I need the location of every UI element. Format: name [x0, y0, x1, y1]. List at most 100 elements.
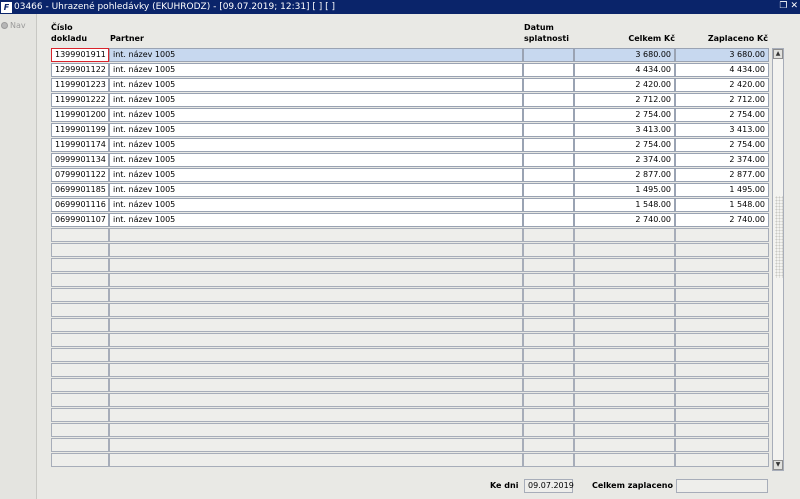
partner-cell[interactable]	[109, 228, 523, 242]
paid-cell[interactable]: 2 877.00	[675, 168, 769, 182]
document-number-cell[interactable]	[51, 423, 109, 437]
paid-cell[interactable]: 1 495.00	[675, 183, 769, 197]
due-date-cell[interactable]	[523, 378, 574, 392]
document-number-cell[interactable]: 1199901199	[51, 123, 109, 137]
partner-cell[interactable]: int. název 1005	[109, 48, 523, 62]
due-date-cell[interactable]	[523, 438, 574, 452]
due-date-cell[interactable]	[523, 363, 574, 377]
total-cell[interactable]: 2 740.00	[574, 213, 675, 227]
document-number-cell[interactable]: 1199901222	[51, 93, 109, 107]
due-date-cell[interactable]	[523, 303, 574, 317]
partner-cell[interactable]: int. název 1005	[109, 198, 523, 212]
document-number-cell[interactable]: 0699901185	[51, 183, 109, 197]
total-cell[interactable]	[574, 408, 675, 422]
total-cell[interactable]	[574, 288, 675, 302]
due-date-cell[interactable]	[523, 243, 574, 257]
resize-grip[interactable]	[775, 196, 783, 278]
partner-cell[interactable]	[109, 408, 523, 422]
paid-cell[interactable]	[675, 303, 769, 317]
partner-cell[interactable]	[109, 258, 523, 272]
partner-cell[interactable]: int. název 1005	[109, 138, 523, 152]
total-cell[interactable]	[574, 243, 675, 257]
total-cell[interactable]	[574, 258, 675, 272]
paid-cell[interactable]: 2 754.00	[675, 108, 769, 122]
nav-button[interactable]: Nav	[1, 21, 26, 30]
document-number-cell[interactable]	[51, 408, 109, 422]
paid-cell[interactable]: 1 548.00	[675, 198, 769, 212]
due-date-cell[interactable]	[523, 78, 574, 92]
due-date-cell[interactable]	[523, 393, 574, 407]
total-cell[interactable]	[574, 393, 675, 407]
due-date-cell[interactable]	[523, 168, 574, 182]
document-number-cell[interactable]	[51, 273, 109, 287]
paid-cell[interactable]: 2 754.00	[675, 138, 769, 152]
due-date-cell[interactable]	[523, 48, 574, 62]
total-cell[interactable]: 2 877.00	[574, 168, 675, 182]
document-number-cell[interactable]: 0699901116	[51, 198, 109, 212]
document-number-cell[interactable]	[51, 303, 109, 317]
partner-cell[interactable]	[109, 288, 523, 302]
total-cell[interactable]: 4 434.00	[574, 63, 675, 77]
due-date-cell[interactable]	[523, 453, 574, 467]
total-cell[interactable]	[574, 453, 675, 467]
document-number-cell[interactable]	[51, 318, 109, 332]
paid-cell[interactable]	[675, 408, 769, 422]
paid-cell[interactable]	[675, 273, 769, 287]
document-number-cell[interactable]	[51, 438, 109, 452]
total-cell[interactable]	[574, 348, 675, 362]
total-cell[interactable]: 2 754.00	[574, 138, 675, 152]
due-date-cell[interactable]	[523, 408, 574, 422]
partner-cell[interactable]: int. název 1005	[109, 108, 523, 122]
due-date-cell[interactable]	[523, 258, 574, 272]
paid-cell[interactable]	[675, 363, 769, 377]
paid-cell[interactable]	[675, 453, 769, 467]
partner-cell[interactable]	[109, 333, 523, 347]
close-icon[interactable]: ✕	[790, 1, 798, 12]
due-date-cell[interactable]	[523, 333, 574, 347]
partner-cell[interactable]	[109, 348, 523, 362]
total-cell[interactable]: 2 374.00	[574, 153, 675, 167]
document-number-cell[interactable]: 0999901134	[51, 153, 109, 167]
document-number-cell[interactable]	[51, 453, 109, 467]
document-number-cell[interactable]: 1199901174	[51, 138, 109, 152]
paid-cell[interactable]	[675, 288, 769, 302]
total-cell[interactable]	[574, 363, 675, 377]
total-cell[interactable]	[574, 423, 675, 437]
partner-cell[interactable]: int. název 1005	[109, 213, 523, 227]
paid-cell[interactable]: 2 712.00	[675, 93, 769, 107]
total-cell[interactable]	[574, 378, 675, 392]
document-number-cell[interactable]: 1299901122	[51, 63, 109, 77]
due-date-cell[interactable]	[523, 288, 574, 302]
partner-cell[interactable]	[109, 303, 523, 317]
total-paid-field[interactable]	[676, 479, 768, 493]
due-date-cell[interactable]	[523, 138, 574, 152]
paid-cell[interactable]	[675, 438, 769, 452]
total-cell[interactable]: 1 495.00	[574, 183, 675, 197]
document-number-cell[interactable]: 0799901122	[51, 168, 109, 182]
partner-cell[interactable]	[109, 423, 523, 437]
document-number-cell[interactable]	[51, 393, 109, 407]
total-cell[interactable]	[574, 303, 675, 317]
partner-cell[interactable]	[109, 378, 523, 392]
document-number-cell[interactable]: 0699901107	[51, 213, 109, 227]
due-date-cell[interactable]	[523, 123, 574, 137]
partner-cell[interactable]: int. název 1005	[109, 183, 523, 197]
total-cell[interactable]: 3 413.00	[574, 123, 675, 137]
partner-cell[interactable]: int. název 1005	[109, 123, 523, 137]
partner-cell[interactable]: int. název 1005	[109, 63, 523, 77]
partner-cell[interactable]	[109, 393, 523, 407]
total-cell[interactable]	[574, 438, 675, 452]
paid-cell[interactable]	[675, 348, 769, 362]
due-date-cell[interactable]	[523, 63, 574, 77]
partner-cell[interactable]	[109, 363, 523, 377]
due-date-cell[interactable]	[523, 93, 574, 107]
paid-cell[interactable]: 3 413.00	[675, 123, 769, 137]
due-date-cell[interactable]	[523, 153, 574, 167]
total-cell[interactable]	[574, 228, 675, 242]
total-cell[interactable]: 2 712.00	[574, 93, 675, 107]
document-number-cell[interactable]: 1199901200	[51, 108, 109, 122]
restore-icon[interactable]: ❐	[779, 1, 787, 12]
paid-cell[interactable]	[675, 243, 769, 257]
due-date-cell[interactable]	[523, 348, 574, 362]
date-field[interactable]: 09.07.2019	[524, 479, 574, 493]
